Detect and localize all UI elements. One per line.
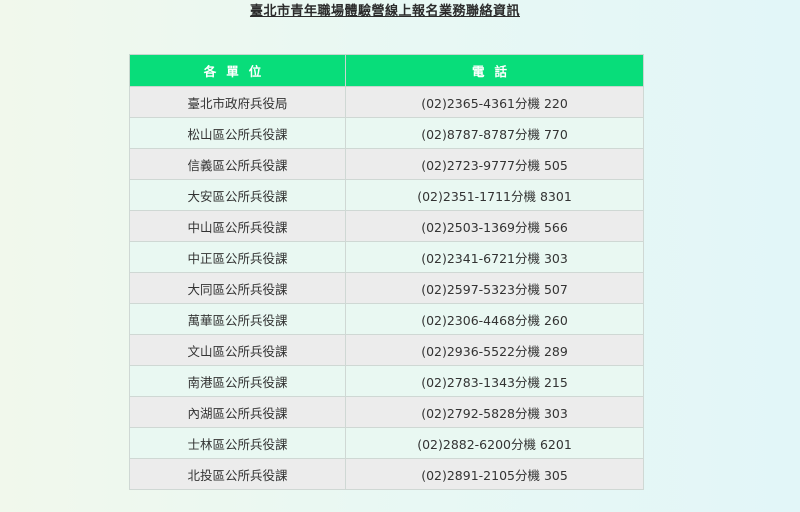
unit-cell: 南港區公所兵役課 [129,365,346,397]
unit-cell: 萬華區公所兵役課 [129,303,346,335]
header-phone: 電話 [345,54,644,87]
table-row: 南港區公所兵役課 (02)2783-1343分機 215 [129,365,644,397]
phone-cell: (02)2597-5323分機 507 [345,272,644,304]
unit-cell: 信義區公所兵役課 [129,148,346,180]
phone-cell: (02)2723-9777分機 505 [345,148,644,180]
phone-cell: (02)2792-5828分機 303 [345,396,644,428]
header-row: 各單位 電話 [129,54,644,87]
table-row: 文山區公所兵役課 (02)2936-5522分機 289 [129,334,644,366]
table-row: 松山區公所兵役課 (02)8787-8787分機 770 [129,117,644,149]
table-row: 內湖區公所兵役課 (02)2792-5828分機 303 [129,396,644,428]
phone-cell: (02)2882-6200分機 6201 [345,427,644,459]
table-body: 臺北市政府兵役局 (02)2365-4361分機 220 松山區公所兵役課 (0… [129,86,644,490]
table-row: 信義區公所兵役課 (02)2723-9777分機 505 [129,148,644,180]
phone-cell: (02)2503-1369分機 566 [345,210,644,242]
phone-cell: (02)2891-2105分機 305 [345,458,644,490]
page-title: 臺北市青年職場體驗營線上報名業務聯絡資訊 [249,4,520,19]
unit-cell: 文山區公所兵役課 [129,334,346,366]
table-header: 各單位 電話 [129,54,644,87]
phone-cell: (02)2351-1711分機 8301 [345,179,644,211]
unit-cell: 北投區公所兵役課 [129,458,346,490]
table-row: 大安區公所兵役課 (02)2351-1711分機 8301 [129,179,644,211]
phone-cell: (02)2365-4361分機 220 [345,86,644,118]
table-row: 中山區公所兵役課 (02)2503-1369分機 566 [129,210,644,242]
phone-cell: (02)2306-4468分機 260 [345,303,644,335]
table-row: 大同區公所兵役課 (02)2597-5323分機 507 [129,272,644,304]
unit-cell: 內湖區公所兵役課 [129,396,346,428]
header-unit: 各單位 [129,54,346,87]
phone-cell: (02)2783-1343分機 215 [345,365,644,397]
table-row: 北投區公所兵役課 (02)2891-2105分機 305 [129,458,644,490]
phone-cell: (02)2936-5522分機 289 [345,334,644,366]
page: 臺北市青年職場體驗營線上報名業務聯絡資訊 各單位 電話 臺北市政府兵役局 (02… [0,0,800,512]
unit-cell: 士林區公所兵役課 [129,427,346,459]
unit-cell: 松山區公所兵役課 [129,117,346,149]
unit-cell: 臺北市政府兵役局 [129,86,346,118]
unit-cell: 大安區公所兵役課 [129,179,346,211]
unit-cell: 中山區公所兵役課 [129,210,346,242]
table-row: 萬華區公所兵役課 (02)2306-4468分機 260 [129,303,644,335]
phone-cell: (02)2341-6721分機 303 [345,241,644,273]
unit-cell: 大同區公所兵役課 [129,272,346,304]
table-row: 中正區公所兵役課 (02)2341-6721分機 303 [129,241,644,273]
table-row: 臺北市政府兵役局 (02)2365-4361分機 220 [129,86,644,118]
phone-cell: (02)8787-8787分機 770 [345,117,644,149]
unit-cell: 中正區公所兵役課 [129,241,346,273]
contact-table: 各單位 電話 臺北市政府兵役局 (02)2365-4361分機 220 松山區公… [129,54,644,490]
table-row: 士林區公所兵役課 (02)2882-6200分機 6201 [129,427,644,459]
